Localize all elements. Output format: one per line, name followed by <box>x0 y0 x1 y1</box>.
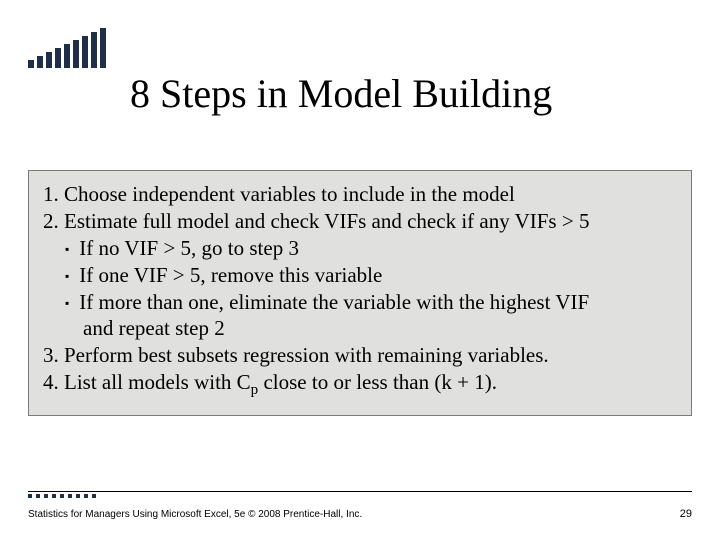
page-number: 29 <box>680 508 692 520</box>
decorative-bars <box>28 28 106 68</box>
footer-dots <box>28 494 96 498</box>
step-2c-line1: If more than one, eliminate the variable… <box>79 290 589 314</box>
step-3: 3. Perform best subsets regression with … <box>43 342 677 369</box>
footer-credit: Statistics for Managers Using Microsoft … <box>28 509 362 520</box>
step-1: 1. Choose independent variables to inclu… <box>43 181 677 208</box>
step-2c-cont: and repeat step 2 <box>43 315 677 342</box>
slide: 8 Steps in Model Building 1. Choose inde… <box>0 0 720 540</box>
step-4-post: close to or less than (k + 1). <box>258 370 497 394</box>
step-2b-text: If one VIF > 5, remove this variable <box>79 263 382 287</box>
step-2b: If one VIF > 5, remove this variable <box>43 262 677 289</box>
step-4: 4. List all models with Cp close to or l… <box>43 369 677 401</box>
step-4-pre: 4. List all models with C <box>43 370 251 394</box>
step-2: 2. Estimate full model and check VIFs an… <box>43 208 677 235</box>
step-2a: If no VIF > 5, go to step 3 <box>43 235 677 262</box>
slide-title: 8 Steps in Model Building <box>130 70 552 117</box>
footer-rule <box>28 491 692 492</box>
step-2a-text: If no VIF > 5, go to step 3 <box>79 236 299 260</box>
content-box: 1. Choose independent variables to inclu… <box>28 170 692 416</box>
step-2c: If more than one, eliminate the variable… <box>43 289 677 316</box>
